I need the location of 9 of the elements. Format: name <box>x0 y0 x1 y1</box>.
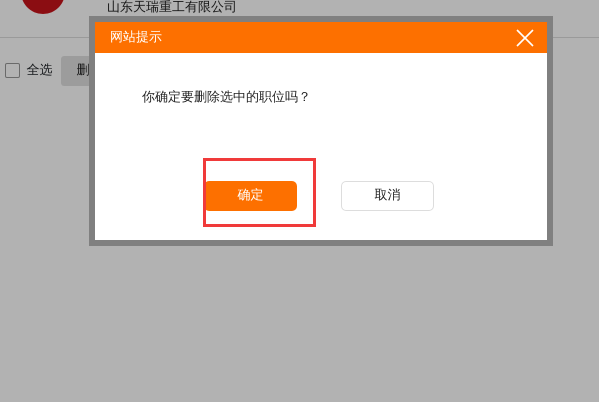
dialog-message: 你确定要删除选中的职位吗？ <box>142 89 312 107</box>
select-all-label[interactable]: 全选 <box>26 61 52 80</box>
delete-button[interactable]: 删 <box>60 56 92 86</box>
close-button[interactable] <box>515 28 535 48</box>
close-icon <box>515 28 535 48</box>
select-all-checkbox[interactable] <box>5 63 20 78</box>
company-name: 山东天瑞重工有限公司 <box>107 0 237 16</box>
cancel-button[interactable]: 取消 <box>341 181 434 211</box>
dialog-title: 网站提示 <box>110 28 162 47</box>
